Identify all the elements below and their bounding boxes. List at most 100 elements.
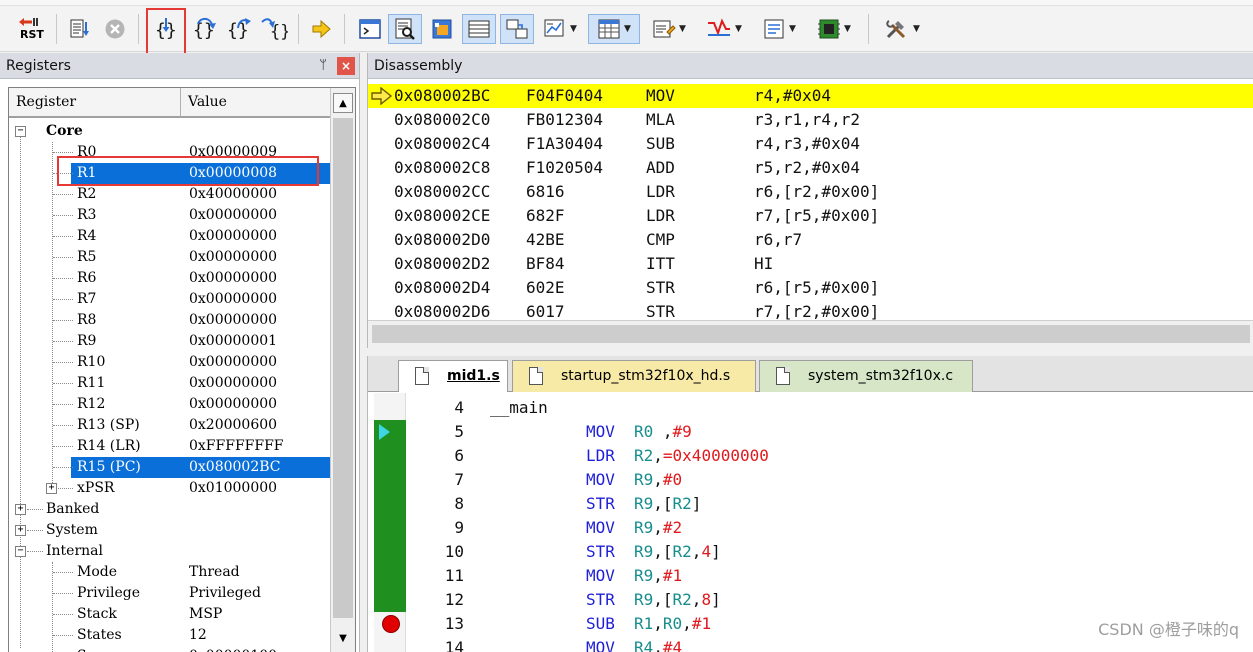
code-line[interactable]: 4 __main bbox=[368, 396, 1253, 420]
disassembly-row[interactable]: 0x080002C8 F1020504 ADD r5,r2,#0x04 bbox=[368, 156, 1253, 180]
tab-mid1-s[interactable]: mid1.s bbox=[398, 360, 508, 392]
register-row-r3[interactable]: R3 0x00000000 bbox=[9, 205, 331, 226]
internal-row-privilege[interactable]: Privilege Privileged bbox=[9, 583, 331, 604]
register-value[interactable]: 0x40000000 bbox=[189, 184, 277, 205]
register-row-r7[interactable]: R7 0x00000000 bbox=[9, 289, 331, 310]
scrollbar-thumb[interactable] bbox=[372, 325, 1250, 343]
register-row-r2[interactable]: R2 0x40000000 bbox=[9, 184, 331, 205]
internal-row-stack[interactable]: Stack MSP bbox=[9, 604, 331, 625]
column-header-value[interactable]: Value bbox=[181, 88, 331, 118]
trace-windows-button[interactable]: ▼ bbox=[756, 14, 802, 44]
show-next-statement-button[interactable] bbox=[306, 14, 336, 44]
tab-startup-stm32f10x-hd-s[interactable]: startup_stm32f10x_hd.s bbox=[512, 360, 756, 392]
instruction-address: 0x080002D2 bbox=[394, 254, 491, 273]
register-row-r4[interactable]: R4 0x00000000 bbox=[9, 226, 331, 247]
tree-node-internal[interactable]: − Internal bbox=[9, 541, 331, 562]
tree-node-core[interactable]: − Core bbox=[9, 121, 331, 142]
column-header-register[interactable]: Register bbox=[9, 88, 181, 118]
scroll-down-icon[interactable]: ▼ bbox=[333, 629, 353, 649]
system-viewer-button[interactable]: ▼ bbox=[810, 14, 858, 44]
instruction-operands: r7,[r5,#0x00] bbox=[754, 206, 880, 225]
register-value[interactable]: 0x00000000 bbox=[189, 310, 277, 331]
scroll-up-icon[interactable]: ▲ bbox=[333, 93, 353, 113]
run-to-cursor-button[interactable]: {} bbox=[258, 14, 290, 44]
code-line[interactable]: 8 STR R9,[R2] bbox=[368, 492, 1253, 516]
register-row-r5[interactable]: R5 0x00000000 bbox=[9, 247, 331, 268]
disassembly-scrollbar[interactable] bbox=[368, 320, 1253, 348]
code-line[interactable]: 10 STR R9,[R2,4] bbox=[368, 540, 1253, 564]
chevron-down-icon: ▼ bbox=[679, 24, 686, 34]
code-line[interactable]: 7 MOV R9,#0 bbox=[368, 468, 1253, 492]
disassembly-window-button[interactable] bbox=[388, 14, 422, 44]
current-instruction-row[interactable]: 0x080002BC F04F0404 MOV r4,#0x04 bbox=[368, 84, 1253, 108]
register-value[interactable]: 0x00000000 bbox=[189, 352, 277, 373]
internal-row-mode[interactable]: Mode Thread bbox=[9, 562, 331, 583]
register-row-r9[interactable]: R9 0x00000001 bbox=[9, 331, 331, 352]
collapse-icon[interactable]: − bbox=[15, 126, 26, 137]
internal-row-s[interactable]: S 0x00000100 bbox=[9, 646, 331, 652]
register-row-r11[interactable]: R11 0x00000000 bbox=[9, 373, 331, 394]
register-value[interactable]: 0x01000000 bbox=[189, 478, 277, 499]
register-row-r14[interactable]: R14 (LR) 0xFFFFFFFF bbox=[9, 436, 331, 457]
step-out-button[interactable]: {} bbox=[224, 14, 254, 44]
register-value[interactable]: 0x00000000 bbox=[189, 226, 277, 247]
code-editor[interactable]: 4 __main 5 MOV R0 ,#9 6 LDR R2,=0x40000000 7 MOV R… bbox=[368, 393, 1253, 652]
register-value[interactable]: 0x00000000 bbox=[189, 394, 277, 415]
register-value[interactable]: 0x00000000 bbox=[189, 373, 277, 394]
breakpoint-icon[interactable] bbox=[382, 615, 400, 633]
disassembly-listing[interactable]: 0x080002BC F04F0404 MOV r4,#0x04 0x080002C0 F… bbox=[368, 80, 1253, 321]
disassembly-row[interactable]: 0x080002D0 42BE CMP r6,r7 bbox=[368, 228, 1253, 252]
internal-row-states[interactable]: States 12 bbox=[9, 625, 331, 646]
toolbox-button[interactable]: ▼ bbox=[878, 14, 926, 44]
register-row-r13[interactable]: R13 (SP) 0x20000600 bbox=[9, 415, 331, 436]
disassembly-row[interactable]: 0x080002CE 682F LDR r7,[r5,#0x00] bbox=[368, 204, 1253, 228]
register-value[interactable]: 0x20000600 bbox=[189, 415, 277, 436]
register-value[interactable]: 0x00000000 bbox=[189, 289, 277, 310]
tab-system-stm32f10x-c[interactable]: system_stm32f10x.c bbox=[759, 360, 973, 392]
disassembly-row[interactable]: 0x080002D4 602E STR r6,[r5,#0x00] bbox=[368, 276, 1253, 300]
register-value[interactable]: 0x080002BC bbox=[189, 457, 281, 478]
register-value[interactable]: 0x00000001 bbox=[189, 331, 277, 352]
code-line[interactable]: 6 LDR R2,=0x40000000 bbox=[368, 444, 1253, 468]
code-line[interactable]: 11 MOV R9,#1 bbox=[368, 564, 1253, 588]
registers-window-button[interactable] bbox=[462, 14, 496, 44]
analysis-windows-button[interactable]: ▼ bbox=[700, 14, 748, 44]
expand-icon[interactable]: + bbox=[15, 525, 26, 536]
register-value[interactable]: 0x00000000 bbox=[189, 247, 277, 268]
disassembly-row[interactable]: 0x080002C4 F1A30404 SUB r4,r3,#0x04 bbox=[368, 132, 1253, 156]
registers-scrollbar[interactable]: ▲ ▼ bbox=[330, 88, 355, 652]
reset-cpu-button[interactable]: RST bbox=[14, 14, 48, 44]
memory-windows-button[interactable]: ▼ bbox=[588, 14, 640, 44]
scrollbar-thumb[interactable] bbox=[333, 118, 353, 618]
disassembly-row[interactable]: 0x080002C0 FB012304 MLA r3,r1,r4,r2 bbox=[368, 108, 1253, 132]
disassembly-row[interactable]: 0x080002CC 6816 LDR r6,[r2,#0x00] bbox=[368, 180, 1253, 204]
tree-node-banked[interactable]: + Banked bbox=[9, 499, 331, 520]
command-window-button[interactable] bbox=[354, 14, 386, 44]
register-row-r12[interactable]: R12 0x00000000 bbox=[9, 394, 331, 415]
expand-icon[interactable]: + bbox=[15, 504, 26, 515]
expand-icon[interactable]: + bbox=[46, 483, 57, 494]
register-value[interactable]: 0x00000000 bbox=[189, 268, 277, 289]
register-row-r10[interactable]: R10 0x00000000 bbox=[9, 352, 331, 373]
register-value[interactable]: 0xFFFFFFFF bbox=[189, 436, 284, 457]
register-row-xpsr[interactable]: + xPSR 0x01000000 bbox=[9, 478, 331, 499]
stop-button[interactable] bbox=[100, 14, 130, 44]
code-line[interactable]: 12 STR R9,[R2,8] bbox=[368, 588, 1253, 612]
code-line[interactable]: 5 MOV R0 ,#9 bbox=[368, 420, 1253, 444]
close-icon[interactable]: × bbox=[337, 57, 355, 75]
code-line[interactable]: 9 MOV R9,#2 bbox=[368, 516, 1253, 540]
call-stack-window-button[interactable] bbox=[500, 14, 534, 44]
symbols-window-button[interactable] bbox=[426, 14, 458, 44]
register-row-r6[interactable]: R6 0x00000000 bbox=[9, 268, 331, 289]
pin-icon[interactable]: ᛘ bbox=[319, 53, 327, 79]
run-button[interactable] bbox=[66, 14, 94, 44]
register-value[interactable]: 0x00000000 bbox=[189, 205, 277, 226]
tree-node-system[interactable]: + System bbox=[9, 520, 331, 541]
serial-windows-button[interactable]: ▼ bbox=[646, 14, 692, 44]
collapse-icon[interactable]: − bbox=[15, 546, 26, 557]
watch-windows-button[interactable]: ▼ bbox=[538, 14, 582, 44]
step-over-button[interactable]: {} bbox=[190, 14, 220, 44]
register-row-r15[interactable]: R15 (PC) 0x080002BC bbox=[9, 457, 331, 478]
disassembly-row[interactable]: 0x080002D2 BF84 ITT HI bbox=[368, 252, 1253, 276]
register-row-r8[interactable]: R8 0x00000000 bbox=[9, 310, 331, 331]
